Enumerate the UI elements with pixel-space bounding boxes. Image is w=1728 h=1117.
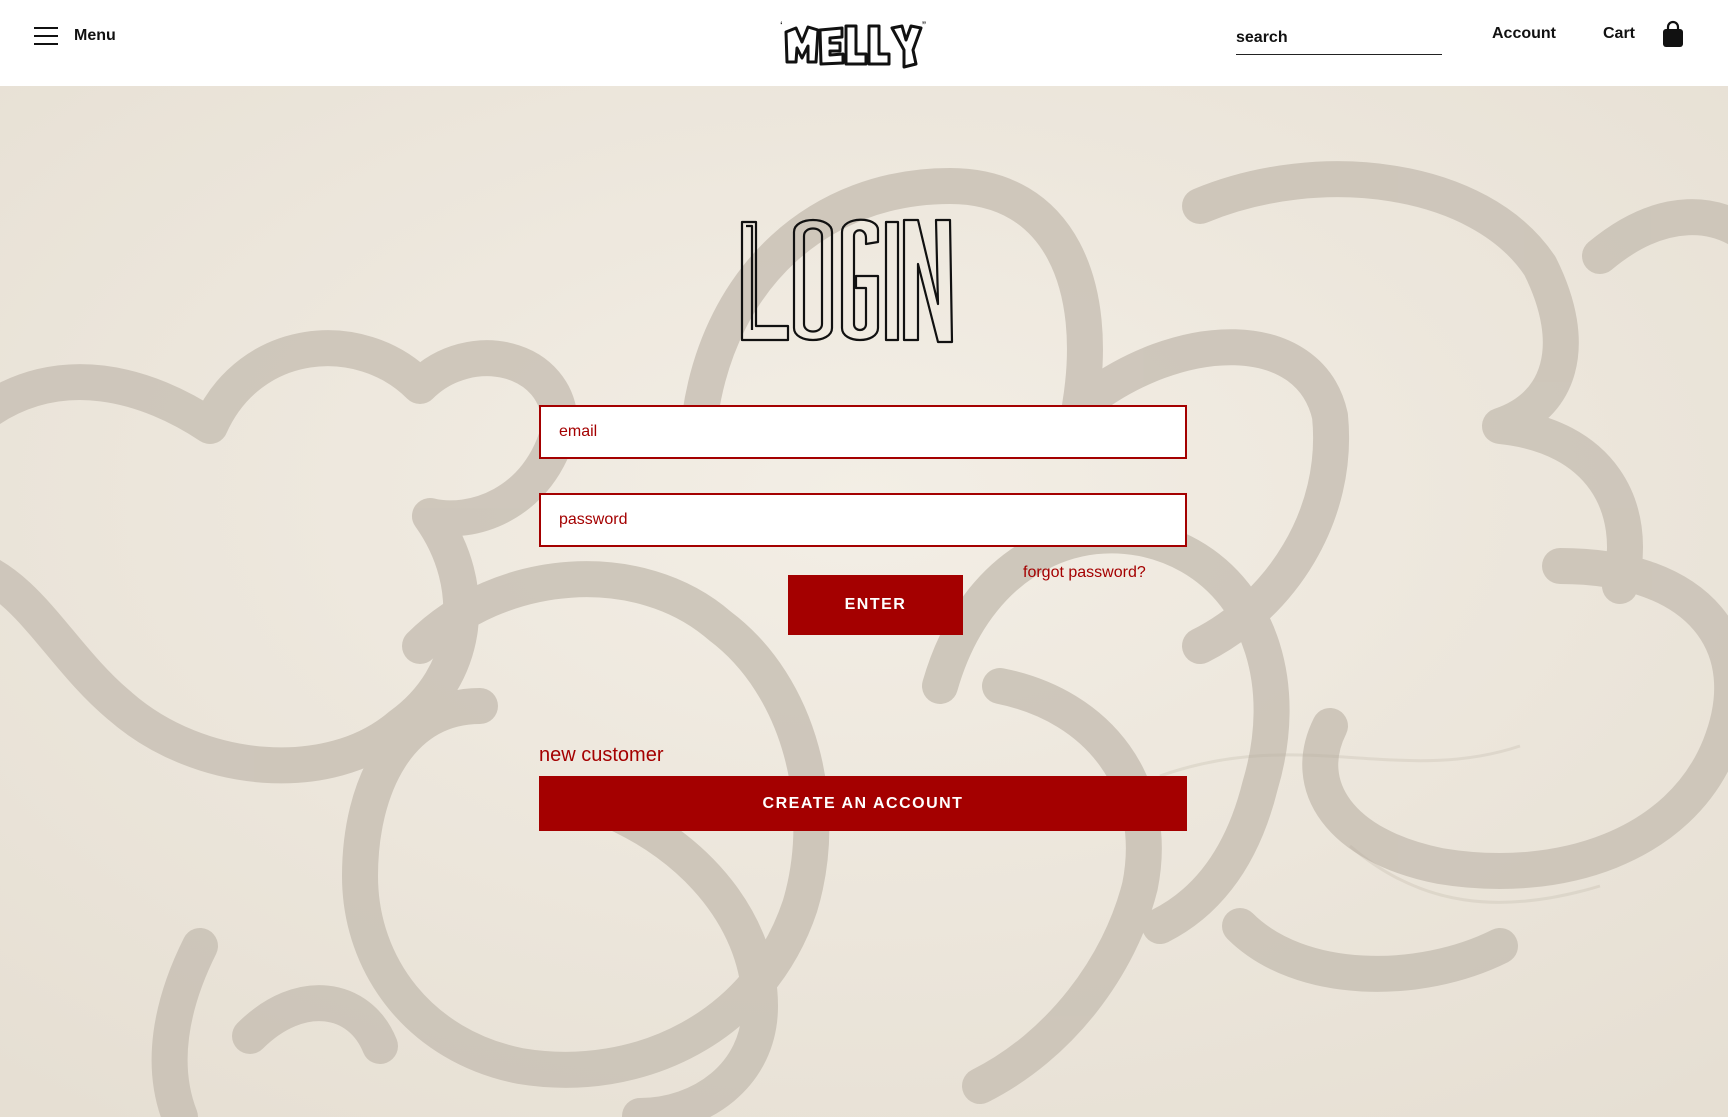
search-input[interactable] xyxy=(1236,22,1442,55)
shopping-bag-icon[interactable] xyxy=(1662,20,1684,48)
account-link[interactable]: Account xyxy=(1492,25,1556,43)
forgot-password-link[interactable]: forgot password? xyxy=(1023,564,1146,582)
hamburger-icon xyxy=(34,26,58,46)
menu-button[interactable]: Menu xyxy=(34,26,116,46)
login-title xyxy=(738,212,958,352)
email-field[interactable] xyxy=(539,405,1187,459)
svg-text:‘: ‘ xyxy=(780,19,783,33)
site-header: Menu ‘ ” Account Cart xyxy=(0,0,1728,86)
create-account-button[interactable]: CREATE AN ACCOUNT xyxy=(539,776,1187,831)
menu-label: Menu xyxy=(74,27,116,44)
brand-logo[interactable]: ‘ ” xyxy=(780,18,934,70)
cart-link[interactable]: Cart xyxy=(1603,25,1635,43)
new-customer-label: new customer xyxy=(539,744,664,766)
enter-button[interactable]: ENTER xyxy=(788,575,963,635)
login-panel: forgot password? ENTER new customer CREA… xyxy=(0,0,1728,1117)
password-field[interactable] xyxy=(539,493,1187,547)
svg-text:”: ” xyxy=(922,19,926,33)
